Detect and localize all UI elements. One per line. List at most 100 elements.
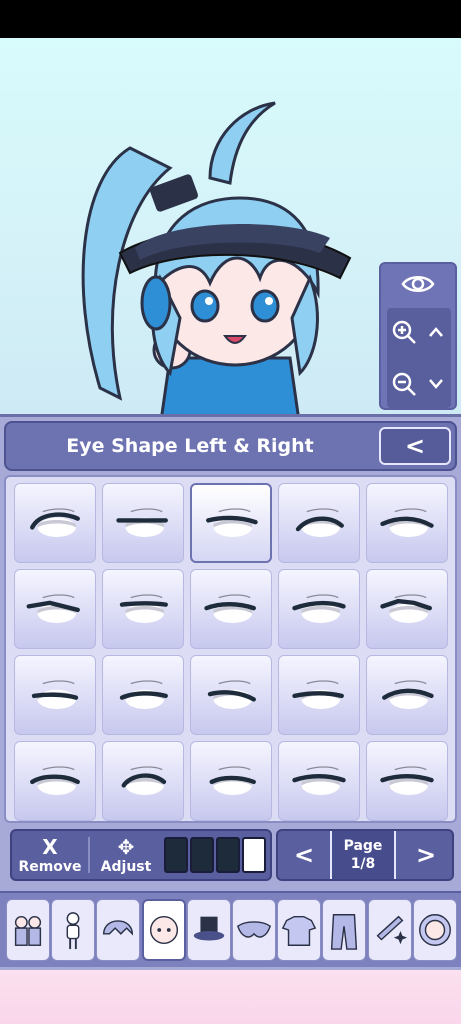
color-swatch-2[interactable] bbox=[190, 837, 214, 873]
toggle-visibility-button[interactable] bbox=[381, 264, 455, 304]
bottom-decoration bbox=[0, 970, 461, 1024]
eye-shape-icon bbox=[295, 508, 344, 537]
eye-shape-icon bbox=[292, 680, 344, 709]
eye-shape-icon bbox=[380, 766, 434, 795]
tab-body[interactable] bbox=[51, 899, 96, 961]
eye-shape-option-20[interactable] bbox=[366, 741, 448, 821]
character-preview bbox=[0, 38, 461, 418]
tab-hat[interactable] bbox=[186, 899, 231, 961]
adjust-label: Adjust bbox=[100, 859, 152, 875]
tab-accessory[interactable] bbox=[367, 899, 412, 961]
remove-label: Remove bbox=[18, 859, 82, 875]
eye-shape-icon bbox=[119, 680, 168, 709]
eye-shape-icon bbox=[382, 680, 434, 709]
eye-shape-icon bbox=[31, 680, 79, 709]
color-swatch-3[interactable] bbox=[216, 837, 240, 873]
hat-icon bbox=[193, 916, 225, 941]
page-number: 1/8 bbox=[350, 856, 376, 872]
eye-shape-icon bbox=[116, 508, 168, 537]
eye-shape-icon bbox=[204, 594, 256, 623]
zoom-out-button[interactable] bbox=[389, 362, 419, 406]
zoom-out-icon bbox=[392, 372, 416, 396]
zoom-controls bbox=[387, 308, 451, 408]
eye-shape-icon bbox=[292, 594, 346, 623]
move-arrows-icon: ✥ bbox=[117, 835, 135, 859]
chevron-left-icon: < bbox=[293, 841, 315, 869]
tab-top[interactable] bbox=[277, 899, 322, 961]
category-tabs bbox=[0, 891, 461, 967]
chevron-right-icon: > bbox=[415, 841, 437, 869]
eye-shape-grid bbox=[4, 475, 457, 823]
top-icon bbox=[281, 915, 317, 946]
back-button[interactable]: < bbox=[379, 427, 451, 465]
eye-shape-icon bbox=[209, 766, 256, 795]
tab-mask[interactable] bbox=[232, 899, 276, 961]
presets-icon bbox=[14, 915, 42, 946]
panel-header: Eye Shape Left & Right < bbox=[4, 421, 457, 471]
chevron-left-icon: < bbox=[404, 432, 426, 460]
eye-shape-icon bbox=[26, 594, 80, 623]
eye-shape-option-14[interactable] bbox=[278, 655, 360, 735]
character-avatar bbox=[81, 101, 352, 418]
profile-icon bbox=[418, 914, 451, 946]
customization-panel: Eye Shape Left & Right < X Remove ✥ Adju… bbox=[0, 414, 461, 970]
page-indicator: Page 1/8 bbox=[330, 831, 396, 879]
next-page-button[interactable]: > bbox=[400, 831, 452, 879]
tab-profile[interactable] bbox=[412, 899, 457, 961]
pagination: < Page 1/8 > bbox=[276, 829, 454, 881]
eye-shape-option-3[interactable] bbox=[190, 483, 272, 563]
eye-shape-icon bbox=[380, 594, 432, 623]
eye-shape-icon bbox=[30, 508, 80, 537]
eye-shape-option-5[interactable] bbox=[366, 483, 448, 563]
status-bar bbox=[0, 0, 461, 38]
move-down-button[interactable] bbox=[421, 362, 451, 406]
eye-shape-icon bbox=[121, 766, 167, 795]
color-swatch-1[interactable] bbox=[164, 837, 188, 873]
hair-icon bbox=[103, 920, 134, 936]
eye-shape-option-2[interactable] bbox=[102, 483, 184, 563]
eye-shape-option-15[interactable] bbox=[366, 655, 448, 735]
pants-icon bbox=[331, 914, 358, 950]
eye-shape-option-10[interactable] bbox=[366, 569, 448, 649]
eye-shape-icon bbox=[119, 594, 168, 623]
tab-pants[interactable] bbox=[322, 899, 367, 961]
view-controls bbox=[379, 262, 457, 410]
previous-page-button[interactable]: < bbox=[278, 831, 330, 879]
chevron-down-icon bbox=[429, 379, 443, 389]
close-icon: X bbox=[42, 835, 58, 859]
eye-shape-option-16[interactable] bbox=[14, 741, 96, 821]
eye-shape-option-13[interactable] bbox=[190, 655, 272, 735]
eye-shape-option-18[interactable] bbox=[190, 741, 272, 821]
eye-shape-icon bbox=[380, 508, 434, 537]
zoom-in-button[interactable] bbox=[389, 310, 419, 354]
eye-shape-option-1[interactable] bbox=[14, 483, 96, 563]
eye-shape-option-6[interactable] bbox=[14, 569, 96, 649]
zoom-in-icon bbox=[392, 320, 416, 344]
tab-face[interactable] bbox=[141, 899, 186, 961]
item-controls: X Remove ✥ Adjust bbox=[10, 829, 272, 881]
move-up-button[interactable] bbox=[421, 310, 451, 354]
eye-shape-icon bbox=[30, 766, 80, 795]
eye-shape-option-9[interactable] bbox=[278, 569, 360, 649]
mask-icon bbox=[236, 921, 272, 938]
chevron-up-icon bbox=[429, 327, 443, 337]
eye-shape-option-11[interactable] bbox=[14, 655, 96, 735]
eye-shape-option-7[interactable] bbox=[102, 569, 184, 649]
face-icon bbox=[149, 915, 178, 945]
eye-shape-icon bbox=[292, 766, 346, 795]
eye-shape-icon bbox=[206, 508, 258, 537]
accessory-icon bbox=[376, 915, 407, 945]
eye-shape-option-12[interactable] bbox=[102, 655, 184, 735]
tab-hair[interactable] bbox=[96, 899, 141, 961]
eye-icon bbox=[401, 276, 435, 292]
eye-shape-option-17[interactable] bbox=[102, 741, 184, 821]
eye-shape-option-4[interactable] bbox=[278, 483, 360, 563]
color-swatch-4[interactable] bbox=[242, 837, 266, 873]
adjust-button[interactable]: ✥ Adjust bbox=[92, 831, 160, 879]
eye-shape-option-8[interactable] bbox=[190, 569, 272, 649]
tab-presets[interactable] bbox=[6, 899, 50, 961]
body-icon bbox=[66, 912, 80, 950]
eye-shape-option-19[interactable] bbox=[278, 741, 360, 821]
page-label: Page bbox=[343, 838, 383, 854]
remove-button[interactable]: X Remove bbox=[14, 831, 86, 879]
